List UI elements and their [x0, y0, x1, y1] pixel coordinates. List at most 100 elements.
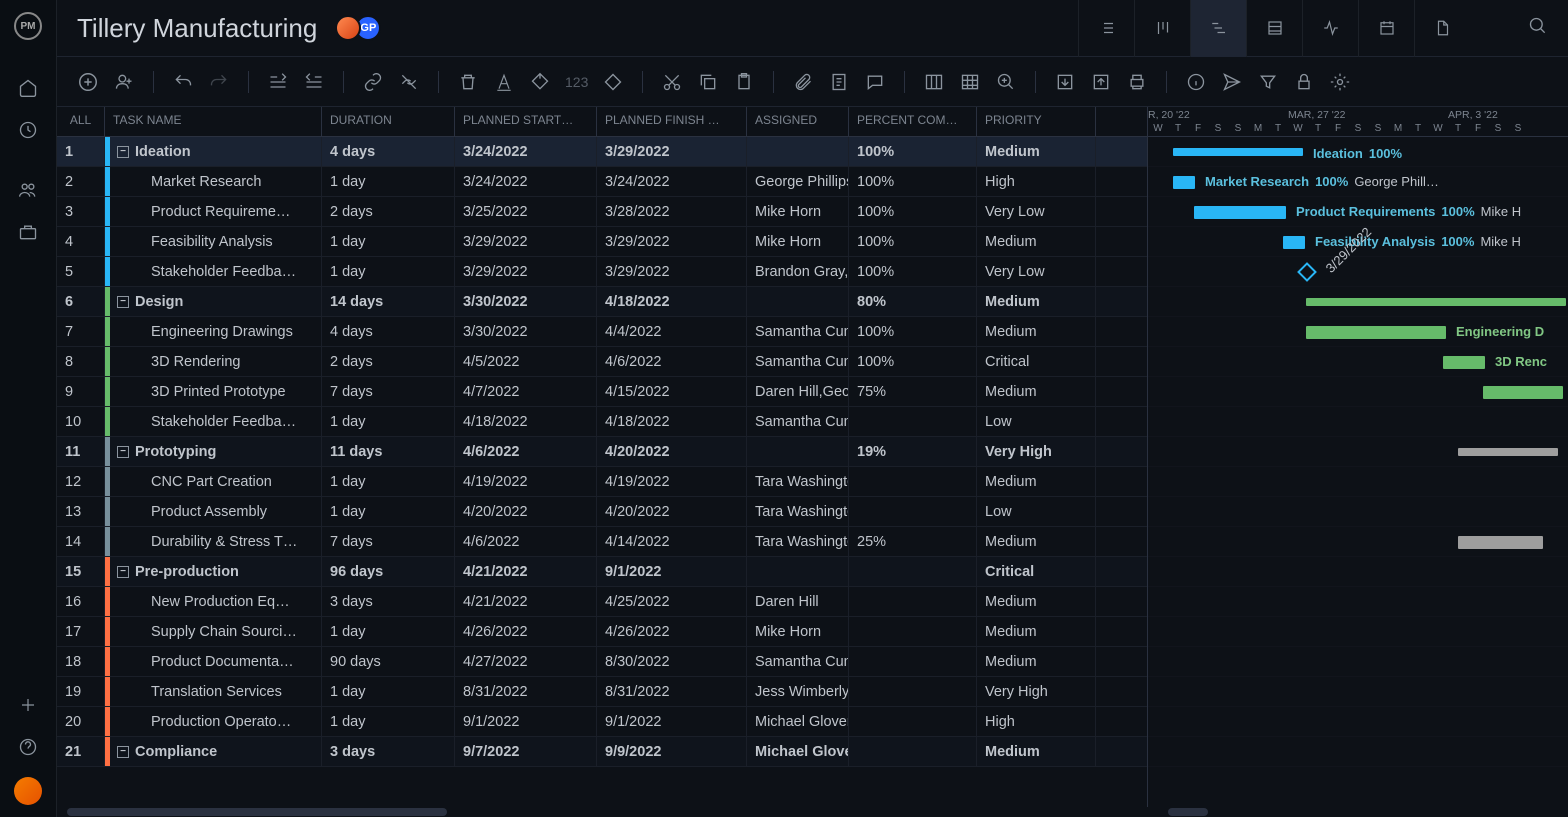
assigned-cell[interactable]: Daren Hill — [747, 587, 849, 616]
duration-cell[interactable]: 1 day — [322, 407, 455, 436]
percent-cell[interactable]: 75% — [849, 377, 977, 406]
collapse-icon[interactable]: − — [117, 146, 129, 158]
end-cell[interactable]: 8/31/2022 — [597, 677, 747, 706]
start-cell[interactable]: 4/19/2022 — [455, 467, 597, 496]
assigned-cell[interactable]: Mike Horn — [747, 197, 849, 226]
end-cell[interactable]: 4/20/2022 — [597, 437, 747, 466]
task-row[interactable]: 16New Production Eq…3 days4/21/20224/25/… — [57, 587, 1147, 617]
priority-cell[interactable]: Medium — [977, 467, 1096, 496]
assigned-cell[interactable]: Daren Hill,Geor — [747, 377, 849, 406]
start-cell[interactable]: 4/5/2022 — [455, 347, 597, 376]
tag-icon[interactable] — [529, 71, 551, 93]
percent-cell[interactable]: 80% — [849, 287, 977, 316]
start-cell[interactable]: 4/26/2022 — [455, 617, 597, 646]
end-cell[interactable]: 9/9/2022 — [597, 737, 747, 766]
priority-cell[interactable]: High — [977, 167, 1096, 196]
percent-cell[interactable] — [849, 677, 977, 706]
assigned-cell[interactable]: Samantha Cum — [747, 407, 849, 436]
gantt-row[interactable] — [1148, 647, 1568, 677]
briefcase-icon[interactable] — [16, 220, 40, 244]
task-row[interactable]: 1−Ideation4 days3/24/20223/29/2022100%Me… — [57, 137, 1147, 167]
zoom-icon[interactable] — [995, 71, 1017, 93]
gantt-bar[interactable]: Ideation100% — [1173, 148, 1303, 156]
start-cell[interactable]: 3/29/2022 — [455, 257, 597, 286]
col-task-name[interactable]: TASK NAME — [105, 107, 322, 136]
send-icon[interactable] — [1221, 71, 1243, 93]
view-calendar-icon[interactable] — [1358, 0, 1414, 57]
assigned-cell[interactable]: Samantha Cum — [747, 647, 849, 676]
gantt-bar[interactable]: 3D Renc — [1443, 356, 1485, 369]
task-name-cell[interactable]: Production Operato… — [105, 707, 322, 736]
assigned-cell[interactable]: Michael Glover — [747, 737, 849, 766]
duration-cell[interactable]: 11 days — [322, 437, 455, 466]
outdent-icon[interactable] — [267, 71, 289, 93]
gantt-bar[interactable]: Engineering D — [1306, 326, 1446, 339]
duration-cell[interactable]: 14 days — [322, 287, 455, 316]
assigned-cell[interactable]: George Phillips — [747, 167, 849, 196]
start-cell[interactable]: 4/6/2022 — [455, 527, 597, 556]
assigned-cell[interactable]: Samantha Cum — [747, 317, 849, 346]
duration-cell[interactable]: 7 days — [322, 527, 455, 556]
start-cell[interactable]: 4/6/2022 — [455, 437, 597, 466]
assigned-cell[interactable]: Brandon Gray,M — [747, 257, 849, 286]
start-cell[interactable]: 8/31/2022 — [455, 677, 597, 706]
task-name-cell[interactable]: Engineering Drawings — [105, 317, 322, 346]
gantt-row[interactable] — [1148, 287, 1568, 317]
assigned-cell[interactable] — [747, 557, 849, 586]
gantt-bar[interactable] — [1483, 386, 1563, 399]
priority-cell[interactable]: Very High — [977, 677, 1096, 706]
col-percent[interactable]: PERCENT COM… — [849, 107, 977, 136]
priority-cell[interactable]: Low — [977, 497, 1096, 526]
start-cell[interactable]: 3/29/2022 — [455, 227, 597, 256]
task-row[interactable]: 12CNC Part Creation1 day4/19/20224/19/20… — [57, 467, 1147, 497]
import-icon[interactable] — [1054, 71, 1076, 93]
unlink-icon[interactable] — [398, 71, 420, 93]
note-icon[interactable] — [828, 71, 850, 93]
task-row[interactable]: 15−Pre-production96 days4/21/20229/1/202… — [57, 557, 1147, 587]
task-name-cell[interactable]: CNC Part Creation — [105, 467, 322, 496]
priority-cell[interactable]: Medium — [977, 737, 1096, 766]
task-name-cell[interactable]: −Prototyping — [105, 437, 322, 466]
assigned-cell[interactable]: Tara Washingto — [747, 467, 849, 496]
gantt-bar[interactable]: Feasibility Analysis100%Mike H — [1283, 236, 1305, 249]
percent-cell[interactable]: 100% — [849, 347, 977, 376]
gantt-bar[interactable]: Product Requirements100%Mike H — [1194, 206, 1286, 219]
end-cell[interactable]: 4/4/2022 — [597, 317, 747, 346]
end-cell[interactable]: 4/19/2022 — [597, 467, 747, 496]
task-name-cell[interactable]: Market Research — [105, 167, 322, 196]
redo-icon[interactable] — [208, 71, 230, 93]
start-cell[interactable]: 3/24/2022 — [455, 167, 597, 196]
gantt-row[interactable] — [1148, 497, 1568, 527]
gantt-row[interactable]: Product Requirements100%Mike H — [1148, 197, 1568, 227]
end-cell[interactable]: 3/24/2022 — [597, 167, 747, 196]
undo-icon[interactable] — [172, 71, 194, 93]
percent-cell[interactable] — [849, 647, 977, 676]
start-cell[interactable]: 3/30/2022 — [455, 287, 597, 316]
task-name-cell[interactable]: New Production Eq… — [105, 587, 322, 616]
comment-icon[interactable] — [864, 71, 886, 93]
priority-cell[interactable]: Low — [977, 407, 1096, 436]
view-gantt-icon[interactable] — [1190, 0, 1246, 57]
collapse-icon[interactable]: − — [117, 296, 129, 308]
gantt-row[interactable] — [1148, 377, 1568, 407]
task-name-cell[interactable]: Product Documenta… — [105, 647, 322, 676]
priority-cell[interactable]: Medium — [977, 287, 1096, 316]
task-row[interactable]: 18Product Documenta…90 days4/27/20228/30… — [57, 647, 1147, 677]
percent-cell[interactable]: 100% — [849, 257, 977, 286]
col-planned-start[interactable]: PLANNED START… — [455, 107, 597, 136]
col-duration[interactable]: DURATION — [322, 107, 455, 136]
assigned-cell[interactable]: Michael Glover — [747, 707, 849, 736]
gantt-row[interactable] — [1148, 407, 1568, 437]
task-name-cell[interactable]: Supply Chain Sourci… — [105, 617, 322, 646]
task-name-cell[interactable]: Feasibility Analysis — [105, 227, 322, 256]
task-row[interactable]: 21−Compliance3 days9/7/20229/9/2022Micha… — [57, 737, 1147, 767]
task-name-cell[interactable]: Product Assembly — [105, 497, 322, 526]
duration-cell[interactable]: 4 days — [322, 137, 455, 166]
start-cell[interactable]: 3/25/2022 — [455, 197, 597, 226]
start-cell[interactable]: 4/20/2022 — [455, 497, 597, 526]
percent-cell[interactable]: 100% — [849, 167, 977, 196]
grid-icon[interactable] — [959, 71, 981, 93]
start-cell[interactable]: 9/7/2022 — [455, 737, 597, 766]
end-cell[interactable]: 4/15/2022 — [597, 377, 747, 406]
percent-cell[interactable]: 100% — [849, 197, 977, 226]
